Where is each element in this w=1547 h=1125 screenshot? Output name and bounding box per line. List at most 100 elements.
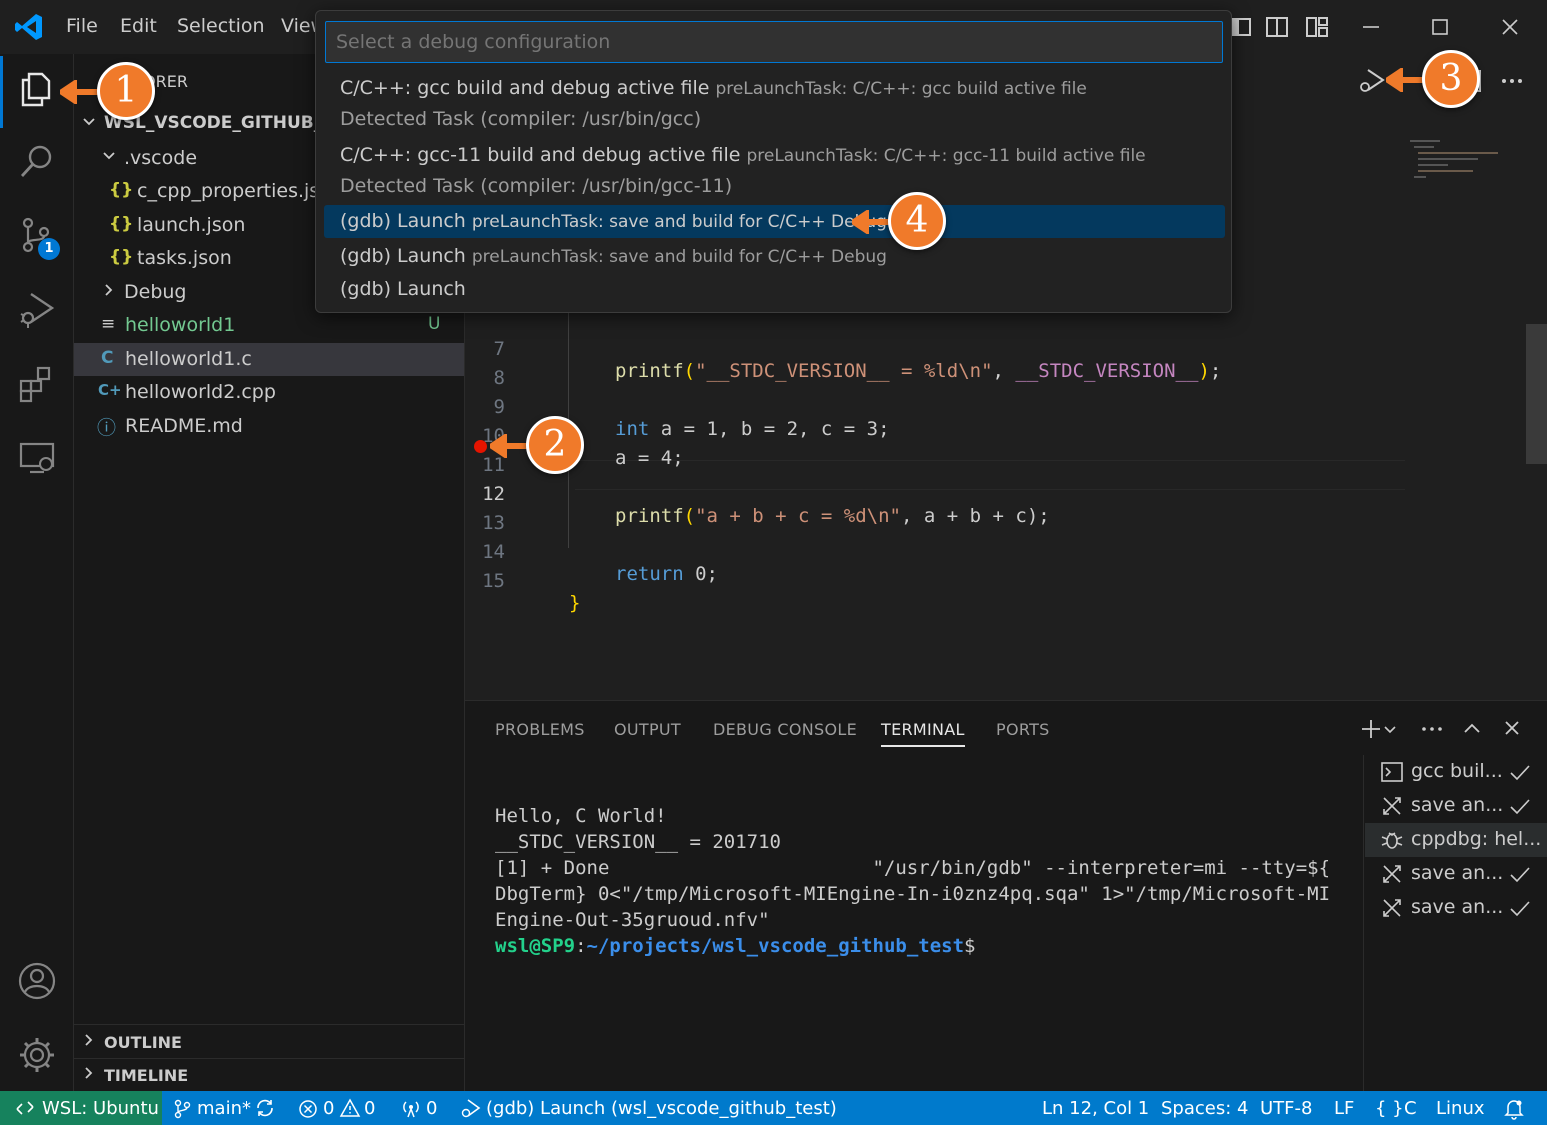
item-description: preLaunchTask: save and build for C/C++ … <box>471 247 887 267</box>
git-branch[interactable]: main* <box>197 1098 251 1119</box>
code-line-12[interactable]: 12 printf("a + b + c = %d\n", a + b + c)… <box>465 461 1525 527</box>
toggle-panel-icon[interactable] <box>1262 12 1292 42</box>
outline-section[interactable]: OUTLINE <box>74 1026 464 1059</box>
code-line-7[interactable]: 7 printf("__STDC_VERSION__ = %ld\n", __S… <box>465 316 1525 382</box>
remote-indicator[interactable]: WSL: Ubuntu <box>0 1091 162 1125</box>
chevron-down-icon <box>83 118 95 126</box>
menu-selection[interactable]: Selection <box>177 15 265 37</box>
language-braces-icon: { } <box>1375 1098 1404 1119</box>
callout-badge: 3 <box>1422 50 1480 108</box>
tab-ports[interactable]: PORTS <box>996 720 1050 739</box>
platform[interactable]: Linux <box>1436 1098 1485 1119</box>
quickpick-item[interactable]: (gdb) Launch preLaunchTask: save and buil… <box>324 240 1225 273</box>
indentation[interactable]: Spaces: 4 <box>1161 1098 1248 1119</box>
callout-badge: 2 <box>526 416 584 474</box>
check-icon <box>1510 799 1530 815</box>
item-description: preLaunchTask: C/C++: gcc-11 build activ… <box>746 146 1146 166</box>
minimap[interactable] <box>1410 140 1505 190</box>
settings-gear-icon[interactable] <box>16 1034 58 1076</box>
tab-terminal[interactable]: TERMINAL <box>881 720 965 747</box>
accounts-icon[interactable] <box>16 960 58 1002</box>
quickpick-item[interactable]: C/C++: gcc-11 build and debug active fil… <box>324 139 1225 172</box>
more-actions-icon[interactable] <box>1419 717 1445 741</box>
terminal-instance[interactable]: save an... <box>1365 857 1547 891</box>
ports-count[interactable]: 0 <box>426 1098 437 1119</box>
tree-item-label: tasks.json <box>137 247 232 269</box>
editor-scrollbar-thumb[interactable] <box>1526 324 1547 464</box>
more-actions-icon[interactable] <box>1498 68 1526 94</box>
close-window-icon[interactable] <box>1495 12 1525 42</box>
file-helloworld2-cpp[interactable]: C+ helloworld2.cpp <box>74 376 464 409</box>
run-debug-dropdown-icon[interactable] <box>1356 66 1388 96</box>
code-line-10[interactable]: 10 a = 4; <box>465 403 1525 469</box>
item-detail: Detected Task (compiler: /usr/bin/gcc-11… <box>340 175 733 197</box>
file-helloworld1-c[interactable]: C helloworld1.c <box>74 343 464 376</box>
tab-problems[interactable]: PROBLEMS <box>495 720 585 739</box>
sync-icon[interactable] <box>254 1098 276 1118</box>
json-braces-icon: {} <box>109 180 134 200</box>
debug-config-quickpick: C/C++: gcc build and debug active filepr… <box>315 10 1232 313</box>
tab-output[interactable]: OUTPUT <box>614 720 681 739</box>
tree-item-label: README.md <box>125 415 243 437</box>
customize-layout-icon[interactable] <box>1302 12 1332 42</box>
code-line-15[interactable]: 15 } <box>465 548 1525 614</box>
error-count[interactable]: 0 <box>323 1098 334 1119</box>
check-icon <box>1510 867 1530 883</box>
ports-broadcast-icon <box>403 1101 419 1118</box>
code-token: } <box>569 592 581 614</box>
terminal-prompt[interactable]: wsl@SP9:~/projects/wsl_vscode_github_tes… <box>495 935 975 957</box>
encoding[interactable]: UTF-8 <box>1260 1098 1312 1119</box>
file-readme[interactable]: ⓘ README.md <box>74 410 464 443</box>
quickpick-input[interactable] <box>325 21 1223 63</box>
quickpick-item-selected[interactable]: (gdb) Launch preLaunchTask: save and buil… <box>324 205 1225 238</box>
item-label: (gdb) Launch <box>340 278 466 300</box>
chevron-right-icon <box>105 284 113 296</box>
notifications-bell-icon[interactable] <box>1504 1098 1524 1120</box>
menu-edit[interactable]: Edit <box>120 15 157 37</box>
new-terminal-icon[interactable] <box>1359 717 1383 741</box>
terminal-line: __STDC_VERSION__ = 201710 <box>495 831 781 853</box>
maximize-panel-icon[interactable] <box>1461 717 1483 739</box>
check-icon <box>1510 765 1530 781</box>
run-debug-icon[interactable] <box>16 288 58 330</box>
code-line-9[interactable]: 9 int a = 1, b = 2, c = 3; <box>465 374 1525 440</box>
terminal-line: Hello, C World! <box>495 805 667 827</box>
quickpick-item[interactable]: (gdb) Launch <box>324 273 1225 306</box>
minimize-icon[interactable] <box>1356 12 1386 42</box>
menu-file[interactable]: File <box>66 15 98 37</box>
warning-count[interactable]: 0 <box>364 1098 375 1119</box>
terminal-instance[interactable]: save an... <box>1365 789 1547 823</box>
breakpoint-dot[interactable] <box>474 440 487 453</box>
tree-item-label: helloworld1 <box>125 314 236 336</box>
quickpick-item[interactable]: C/C++: gcc build and debug active file pr… <box>324 72 1225 105</box>
cursor-position[interactable]: Ln 12, Col 1 <box>1042 1098 1149 1119</box>
file-helloworld1[interactable]: ≡ helloworld1 U <box>74 309 464 342</box>
terminal-instance[interactable]: save an... <box>1365 891 1547 925</box>
end-of-line[interactable]: LF <box>1334 1098 1354 1119</box>
explorer-icon[interactable] <box>16 68 58 110</box>
code-line-11[interactable]: 11 <box>465 432 1525 476</box>
terminal-instance[interactable]: gcc buil... <box>1365 755 1547 789</box>
terminal-instance-active[interactable]: cppdbg: hel... <box>1365 823 1547 857</box>
terminal-line: DbgTerm} 0<"/tmp/Microsoft-MIEngine-In-i… <box>495 883 1331 905</box>
line-number: 15 <box>482 570 505 592</box>
debug-configuration[interactable]: (gdb) Launch (wsl_vscode_github_test) <box>486 1098 837 1119</box>
language-mode[interactable]: C <box>1404 1098 1417 1119</box>
timeline-section[interactable]: TIMELINE <box>74 1059 464 1092</box>
chevron-down-icon <box>103 152 115 160</box>
status-bar: WSL: Ubuntu main* 0 0 0 (gdb) Launch (ws… <box>0 1091 1547 1125</box>
quickpick-item-detail[interactable]: Detected Task (compiler: /usr/bin/gcc-11… <box>324 170 1225 203</box>
code-line-13[interactable]: 13 <box>465 490 1525 534</box>
tab-debug-console[interactable]: DEBUG CONSOLE <box>713 720 857 739</box>
search-icon[interactable] <box>16 140 58 182</box>
maximize-icon[interactable] <box>1425 12 1455 42</box>
close-panel-icon[interactable] <box>1501 717 1523 739</box>
active-indicator <box>0 56 3 128</box>
remote-explorer-icon[interactable] <box>16 436 58 478</box>
chevron-down-icon[interactable] <box>1383 723 1397 737</box>
activity-bar: 1 <box>0 54 74 1091</box>
extensions-icon[interactable] <box>16 362 58 404</box>
quickpick-item-detail[interactable]: Detected Task (compiler: /usr/bin/gcc) <box>324 103 1225 136</box>
code-line-8[interactable]: 8 <box>465 345 1525 389</box>
code-line-14[interactable]: 14 return 0; <box>465 519 1525 585</box>
